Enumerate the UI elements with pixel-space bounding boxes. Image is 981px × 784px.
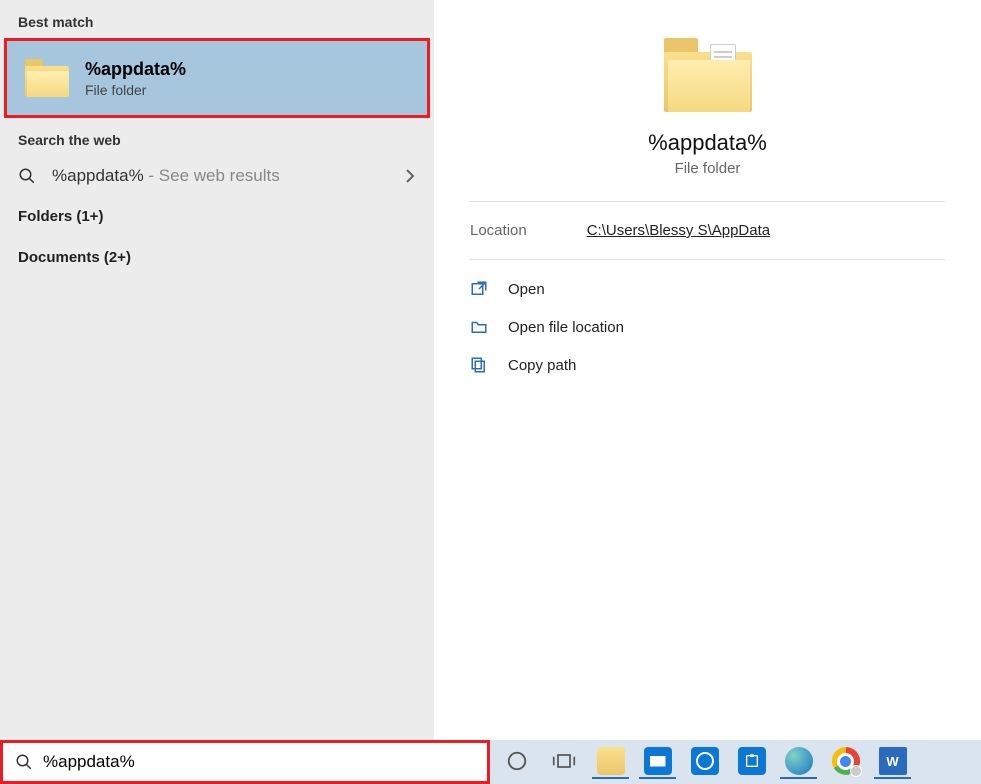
copy-path-label: Copy path	[508, 357, 576, 374]
chevron-right-icon	[404, 168, 416, 184]
chrome-taskbar[interactable]	[827, 745, 864, 779]
copy-path-action[interactable]: Copy path	[462, 346, 953, 384]
best-match-title: %appdata%	[85, 59, 186, 80]
documents-category[interactable]: Documents (2+)	[0, 237, 434, 278]
word-taskbar[interactable]: W	[874, 745, 911, 779]
file-explorer-taskbar[interactable]	[592, 745, 629, 779]
folder-location-icon	[470, 318, 494, 336]
web-result-appdata[interactable]: %appdata% - See web results	[0, 156, 434, 196]
office-taskbar[interactable]	[733, 745, 770, 779]
open-file-location-action[interactable]: Open file location	[462, 308, 953, 346]
best-match-result-appdata[interactable]: %appdata% File folder	[4, 38, 430, 118]
location-label: Location	[470, 222, 527, 239]
folders-category[interactable]: Folders (1+)	[0, 196, 434, 237]
open-icon	[470, 280, 494, 298]
copy-icon	[470, 356, 494, 374]
folder-icon	[25, 59, 69, 97]
search-icon	[15, 753, 33, 771]
dell-taskbar[interactable]	[686, 745, 723, 779]
open-file-location-label: Open file location	[508, 319, 624, 336]
open-label: Open	[508, 281, 545, 298]
task-view-button[interactable]	[545, 745, 582, 779]
best-match-subtitle: File folder	[85, 82, 186, 98]
location-path-link[interactable]: C:\Users\Blessy S\AppData	[587, 222, 770, 239]
open-action[interactable]: Open	[462, 270, 953, 308]
best-match-heading: Best match	[0, 0, 434, 38]
search-web-heading: Search the web	[0, 118, 434, 156]
taskbar: W	[490, 740, 981, 784]
preview-title: %appdata%	[648, 130, 767, 156]
search-box[interactable]	[0, 740, 490, 784]
web-result-text: %appdata% - See web results	[52, 166, 404, 186]
cortana-button[interactable]	[498, 745, 535, 779]
edge-taskbar[interactable]	[780, 745, 817, 779]
search-icon	[18, 167, 38, 185]
mail-taskbar[interactable]	[639, 745, 676, 779]
search-input[interactable]	[43, 752, 475, 772]
preview-subtitle: File folder	[675, 160, 741, 177]
folder-icon	[664, 38, 752, 112]
search-results-panel: Best match %appdata% File folder Search …	[0, 0, 434, 740]
preview-panel: %appdata% File folder Location C:\Users\…	[434, 0, 981, 740]
